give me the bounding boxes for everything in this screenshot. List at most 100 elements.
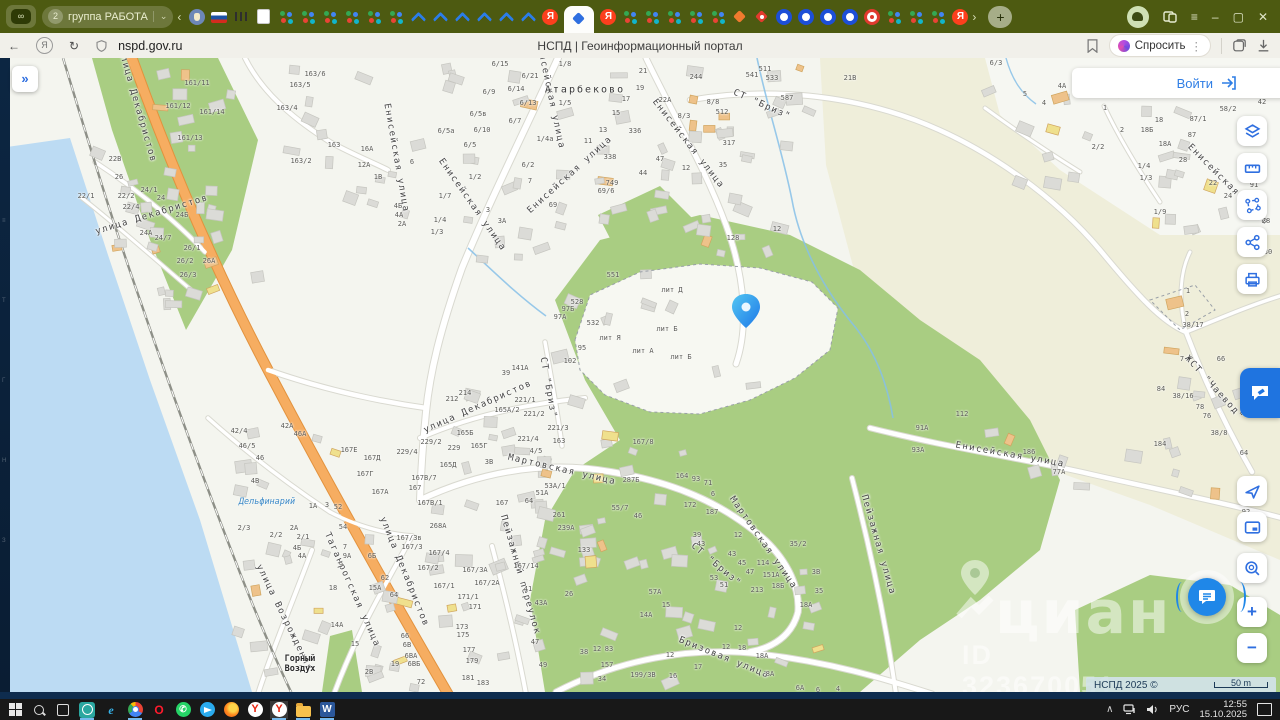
map-canvas[interactable]: улица Декабристов улица Декабристов улица …	[0, 58, 1280, 692]
login-label[interactable]: Войти	[1177, 76, 1213, 91]
taskbar-start[interactable]	[6, 701, 24, 719]
login-bar[interactable]: Войти	[1072, 68, 1280, 98]
taskbar-yandex[interactable]: Y	[270, 700, 288, 720]
tab-favicon-peak[interactable]	[498, 9, 514, 25]
browser-profile-button[interactable]: ∞	[6, 5, 36, 28]
tab-favicon-doc[interactable]	[257, 9, 271, 24]
minimap-button[interactable]	[1237, 512, 1267, 542]
menu-icon[interactable]: ≡	[1191, 10, 1198, 24]
notification-center-icon[interactable]	[1257, 703, 1272, 716]
layers-button[interactable]	[1237, 116, 1267, 146]
kebab-icon[interactable]: ⋮	[1191, 39, 1203, 53]
assistant-icon	[1117, 39, 1130, 52]
active-tab[interactable]	[564, 6, 595, 33]
tab-favicon-peak[interactable]	[520, 9, 536, 25]
taskbar-search[interactable]	[30, 701, 48, 719]
tab-favicon-dots[interactable]	[688, 9, 704, 25]
maximize-button[interactable]: ▢	[1233, 10, 1244, 24]
tab-favicon-ya[interactable]: Я	[952, 8, 969, 25]
chat-button[interactable]	[1188, 578, 1226, 616]
new-tab-button[interactable]: +	[988, 5, 1013, 28]
tab-favicon-dots[interactable]	[930, 9, 946, 25]
tab-favicon-ya[interactable]: Я	[542, 8, 559, 25]
tab-favicon-audio[interactable]	[235, 12, 248, 21]
download-icon[interactable]	[1257, 39, 1270, 53]
speaker-icon[interactable]	[1146, 704, 1159, 715]
language-indicator[interactable]: РУС	[1169, 704, 1189, 715]
tab-favicon-peak[interactable]	[454, 9, 470, 25]
tab-overflow-icon[interactable]: ›	[972, 10, 976, 24]
taskbar-opera[interactable]: O	[150, 701, 168, 719]
chat-arc-left	[1176, 582, 1188, 612]
minimize-button[interactable]: –	[1212, 10, 1219, 24]
taskbar-explorer[interactable]	[294, 701, 312, 720]
panels-icon[interactable]	[1163, 10, 1177, 23]
print-button[interactable]	[1237, 264, 1267, 294]
tab-favicon-dots[interactable]	[886, 9, 902, 25]
tab-favicon-dots[interactable]	[322, 9, 338, 25]
bookmark-icon[interactable]	[1086, 38, 1099, 53]
close-button[interactable]: ✕	[1258, 10, 1268, 24]
tab-favicon-ring[interactable]	[820, 8, 837, 25]
ya-home-icon[interactable]: Я	[36, 37, 53, 54]
reload-button[interactable]: ↻	[69, 39, 79, 53]
tabs-panel-icon[interactable]	[1232, 38, 1247, 53]
tab-favicon-dots[interactable]	[622, 9, 638, 25]
collapsed-sidebar[interactable]: ≡ Т Г Н З	[0, 58, 10, 692]
search-by-number-button[interactable]	[1237, 553, 1267, 583]
tab-favicon-diamond[interactable]	[732, 9, 748, 25]
system-tray: ∧ РУС 12:55 15.10.2025	[1106, 699, 1280, 720]
area-select-button[interactable]	[1237, 190, 1267, 220]
share-button[interactable]	[1237, 227, 1267, 257]
taskbar-taskview[interactable]	[54, 701, 72, 719]
taskbar-yandex[interactable]: Y	[246, 701, 264, 719]
back-button[interactable]: ←	[8, 39, 20, 53]
tab-favicon-dots[interactable]	[710, 9, 726, 25]
clock[interactable]: 12:55 15.10.2025	[1199, 699, 1247, 720]
tab-favicon-peak[interactable]	[410, 9, 426, 25]
tab-scroll-left-icon[interactable]: ‹	[177, 10, 181, 24]
zoom-out-button[interactable]: −	[1237, 633, 1267, 663]
clock-app-icon	[79, 701, 95, 718]
url-field[interactable]: nspd.gov.ru	[118, 39, 182, 53]
ruler-button[interactable]	[1237, 153, 1267, 183]
taskbar-firefox[interactable]	[222, 701, 240, 719]
tab-favicon-dots[interactable]	[366, 9, 382, 25]
feedback-tab-button[interactable]	[1240, 368, 1280, 418]
tab-favicon-target[interactable]	[754, 9, 770, 25]
tab-favicon-ring[interactable]	[842, 8, 859, 25]
tab-favicon-ring[interactable]	[798, 8, 815, 25]
network-icon[interactable]	[1123, 704, 1136, 715]
tab-favicon-dots[interactable]	[666, 9, 682, 25]
dino-icon[interactable]	[1126, 5, 1149, 28]
tab-favicon-flag[interactable]	[211, 12, 228, 23]
tray-chevron-icon[interactable]: ∧	[1106, 704, 1113, 715]
ask-button[interactable]: Спросить ⋮	[1108, 34, 1211, 57]
site-shield-icon[interactable]	[95, 39, 108, 53]
taskbar-clockapp[interactable]	[78, 701, 96, 720]
tab-favicon-gerb[interactable]	[189, 8, 206, 25]
tab-favicon-dots[interactable]	[278, 9, 294, 25]
locate-button[interactable]	[1237, 476, 1267, 506]
tab-favicon-peak[interactable]	[476, 9, 492, 25]
tab-favicon-dots[interactable]	[644, 9, 660, 25]
taskbar-word[interactable]: W	[318, 701, 336, 720]
taskbar-telegram[interactable]	[198, 701, 216, 719]
tab-favicon-ring[interactable]	[776, 8, 793, 25]
taskbar-whatsapp[interactable]: ✆	[174, 701, 192, 719]
tab-favicon-dots[interactable]	[388, 9, 404, 25]
tab-favicon-ya[interactable]: Я	[600, 8, 617, 25]
chevron-down-icon[interactable]: ⌄	[152, 11, 167, 22]
sidebar-expand-button[interactable]: »	[12, 66, 38, 92]
tab-favicon-peak[interactable]	[432, 9, 448, 25]
sidebar-glyph: Н	[2, 458, 7, 464]
tab-favicon-dots[interactable]	[300, 9, 316, 25]
tab-favicon-dots[interactable]	[908, 9, 924, 25]
opera-icon: O	[154, 702, 164, 717]
tab-favicon-reddot[interactable]	[864, 8, 881, 25]
tab-favicon-dots[interactable]	[344, 9, 360, 25]
taskbar-ie[interactable]: e	[102, 701, 120, 719]
chrome-icon	[127, 702, 143, 717]
tab-group[interactable]: 2 группа РАБОТА ⌄	[42, 5, 174, 28]
taskbar-chrome[interactable]	[126, 701, 144, 720]
